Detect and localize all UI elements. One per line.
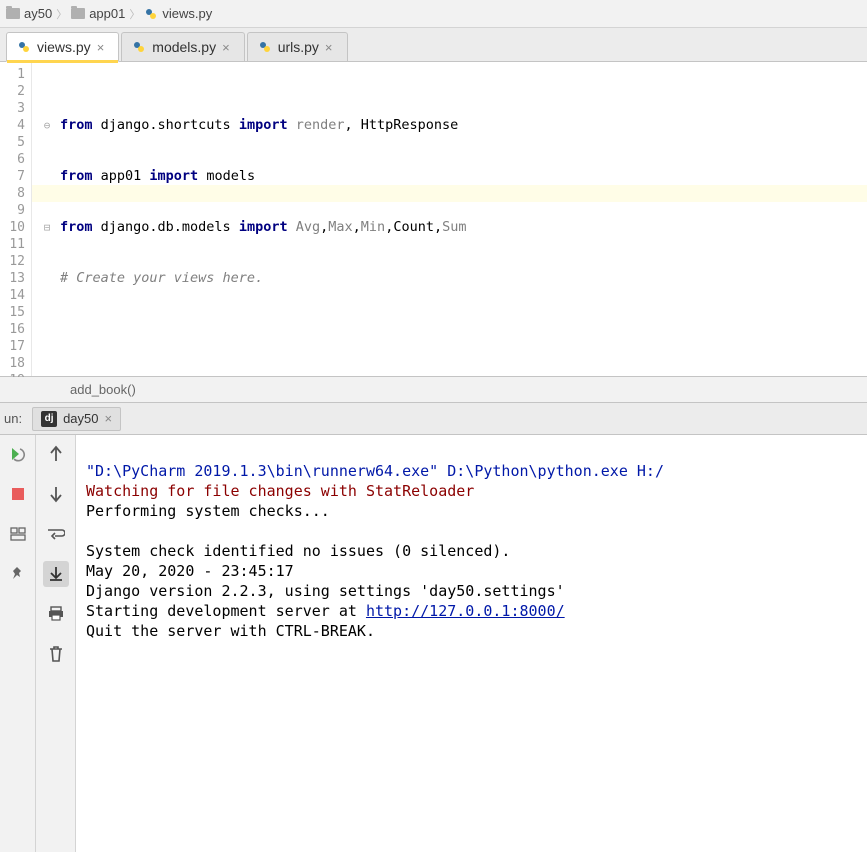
line-gutter: 12345678910111213141516171819 [0, 62, 32, 376]
close-icon[interactable]: × [222, 40, 230, 55]
trash-button[interactable] [43, 641, 69, 667]
stop-button[interactable] [5, 481, 31, 507]
tab-urls[interactable]: urls.py × [247, 32, 348, 61]
scroll-down-button[interactable] [43, 481, 69, 507]
run-config-label: day50 [63, 411, 98, 426]
tab-label: urls.py [278, 39, 319, 55]
folder-icon [71, 8, 85, 19]
console-output[interactable]: "D:\PyCharm 2019.1.3\bin\runnerw64.exe" … [76, 435, 867, 852]
run-console: "D:\PyCharm 2019.1.3\bin\runnerw64.exe" … [0, 435, 867, 852]
run-tool-column-right [36, 435, 76, 852]
code-breadcrumb[interactable]: add_book() [0, 377, 867, 403]
print-button[interactable] [43, 601, 69, 627]
breadcrumb-item-file[interactable]: views.py [144, 6, 212, 21]
editor-tab-bar: views.py × models.py × urls.py × [0, 28, 867, 62]
breadcrumb-label: ay50 [24, 6, 52, 21]
folder-icon [6, 8, 20, 19]
tab-label: models.py [152, 39, 216, 55]
close-icon[interactable]: × [325, 40, 333, 55]
soft-wrap-button[interactable] [43, 521, 69, 547]
python-file-icon [17, 40, 31, 54]
rerun-button[interactable] [5, 441, 31, 467]
tab-views[interactable]: views.py × [6, 32, 119, 62]
python-file-icon [144, 7, 158, 21]
django-icon: dj [41, 411, 57, 427]
code-breadcrumb-label: add_book() [70, 382, 136, 397]
run-label: un: [4, 411, 22, 426]
run-panel-header: un: dj day50 × [0, 403, 867, 435]
current-line-highlight [32, 185, 867, 202]
tab-label: views.py [37, 39, 91, 55]
python-file-icon [258, 40, 272, 54]
breadcrumb-label: views.py [162, 6, 212, 21]
scroll-up-button[interactable] [43, 441, 69, 467]
breadcrumb: ay50 〉 app01 〉 views.py [0, 0, 867, 28]
layout-button[interactable] [5, 521, 31, 547]
breadcrumb-item-project[interactable]: ay50 [6, 6, 52, 21]
close-icon[interactable]: × [105, 411, 113, 426]
close-icon[interactable]: × [97, 40, 105, 55]
python-file-icon [132, 40, 146, 54]
tab-models[interactable]: models.py × [121, 32, 244, 61]
breadcrumb-label: app01 [89, 6, 125, 21]
run-tool-column-left [0, 435, 36, 852]
pin-button[interactable] [5, 561, 31, 587]
run-config-tab[interactable]: dj day50 × [32, 407, 121, 431]
breadcrumb-item-app[interactable]: app01 [71, 6, 125, 21]
code-editor[interactable]: 12345678910111213141516171819 ⊖from djan… [0, 62, 867, 377]
code-area[interactable]: ⊖from django.shortcuts import render, Ht… [32, 62, 867, 376]
server-url-link[interactable]: http://127.0.0.1:8000/ [366, 602, 565, 620]
scroll-to-end-button[interactable] [43, 561, 69, 587]
chevron-right-icon: 〉 [129, 6, 140, 22]
chevron-right-icon: 〉 [56, 6, 67, 22]
